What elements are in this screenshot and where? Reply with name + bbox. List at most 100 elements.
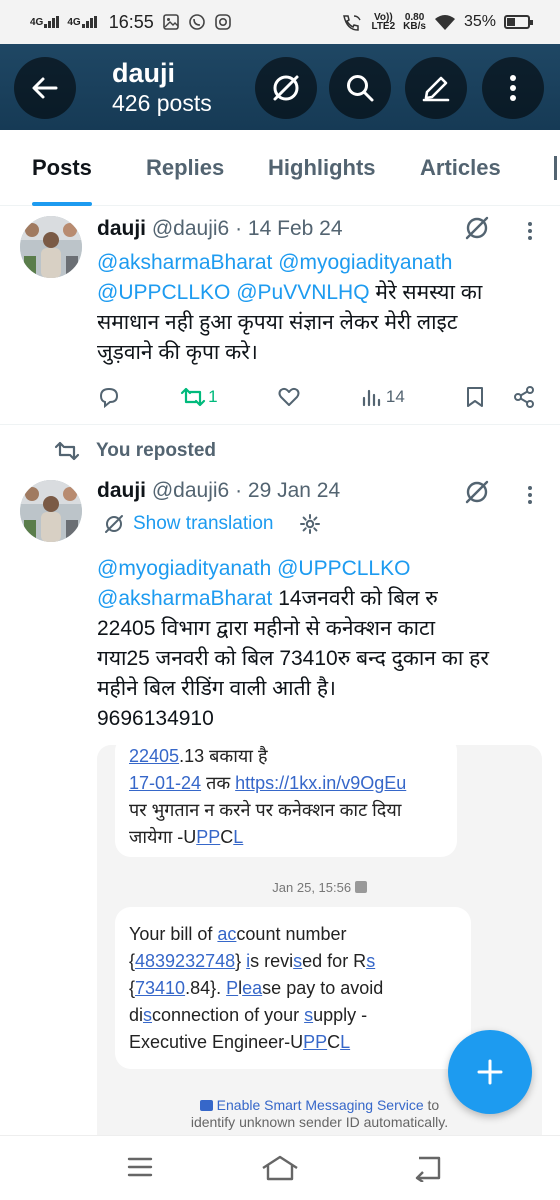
post[interactable]: dauji @dauji6 · 14 Feb 24 @aksharmaBhara…	[0, 206, 560, 424]
text-segment: 22405 विभाग द्वारा महीनो से कनेक्शन काटा	[97, 617, 436, 640]
grok-icon	[105, 515, 123, 533]
sms-bubble: 22405.13 बकाया है 17-01-24 तक https://1k…	[115, 745, 457, 857]
bookmark-button[interactable]	[464, 385, 486, 409]
profile-header: dauji 426 posts	[0, 44, 560, 130]
like-button[interactable]	[277, 385, 301, 409]
show-translation-link[interactable]: Show translation	[133, 513, 273, 535]
image-notification-icon	[162, 14, 179, 30]
grok-button[interactable]	[255, 57, 317, 119]
reply-icon	[99, 387, 119, 409]
translation-row: Show translation	[103, 506, 546, 542]
tab-posts[interactable]: Posts	[32, 130, 92, 206]
tab-replies[interactable]: Replies	[146, 130, 224, 206]
avatar[interactable]	[20, 216, 82, 278]
post-divider	[0, 424, 560, 425]
signal-1: 4G	[30, 16, 60, 28]
bookmark-icon	[466, 387, 483, 407]
sim-2-icon	[354, 881, 367, 893]
tab-articles[interactable]: Articles	[420, 130, 501, 206]
views-button[interactable]: 14	[360, 385, 405, 409]
back-nav-icon[interactable]	[413, 1154, 443, 1182]
views-count: 14	[385, 387, 405, 406]
retweet-icon	[181, 387, 206, 407]
network-type-2: 4G	[67, 17, 81, 28]
post-actions: 1 14	[97, 382, 536, 412]
phone-number: 9696134910	[97, 707, 214, 730]
repost-indicator: You reposted	[54, 437, 216, 465]
search-icon	[347, 75, 374, 102]
wifi-calling-icon	[343, 15, 362, 31]
more-options-button[interactable]	[482, 57, 544, 119]
post-more-icon[interactable]	[528, 486, 534, 507]
text-segment: 14जनवरी को बिल रु	[272, 587, 438, 610]
mention-link[interactable]: @myogiadityanath @UPPCLLKO	[97, 557, 410, 580]
instagram-icon	[214, 14, 231, 30]
text-segment: मेरे समस्या का	[369, 281, 483, 304]
text-segment: जुड़वाने की कृपा करे।	[97, 341, 258, 364]
whatsapp-icon	[188, 14, 205, 30]
reply-button[interactable]	[97, 385, 121, 409]
compose-fab[interactable]	[448, 1030, 532, 1114]
post-date[interactable]: 14 Feb 24	[248, 217, 343, 240]
text-segment: महीने बिल रीडिंग वाली आती है।	[97, 677, 336, 700]
compose-icon	[422, 76, 450, 102]
mention-link[interactable]: @UPPCLLKO @PuVVNLHQ	[97, 281, 370, 304]
profile-tabs: Posts Replies Highlights Articles	[0, 130, 560, 206]
share-button[interactable]	[512, 385, 536, 409]
post-content: dauji @dauji6 · 29 Jan 24 Show translati…	[97, 476, 546, 734]
post-date[interactable]: 29 Jan 24	[248, 479, 340, 502]
clock: 16:55	[108, 11, 154, 32]
tab-label: Articles	[420, 155, 501, 180]
status-bar: 4G 4G 16:55 Vo)) LTE2 0.80 KB/s 35%	[0, 0, 560, 44]
retweet-icon	[54, 441, 80, 461]
tab-label: Replies	[146, 155, 225, 180]
signal-bars-icon	[81, 16, 97, 28]
author-name[interactable]: dauji	[97, 479, 146, 502]
post-more-icon[interactable]	[528, 222, 534, 243]
author-handle[interactable]: @dauji6	[152, 479, 229, 502]
grok-icon[interactable]	[463, 478, 491, 506]
share-icon	[513, 386, 534, 408]
compose-button[interactable]	[405, 57, 467, 119]
mention-link[interactable]: @aksharmaBharat	[97, 587, 272, 610]
home-icon[interactable]	[261, 1154, 299, 1182]
grok-icon	[273, 75, 299, 101]
next-tab-peek[interactable]	[554, 156, 557, 180]
repost-label: You reposted	[96, 440, 216, 461]
recent-apps-icon[interactable]	[126, 1154, 154, 1180]
profile-title: dauji 426 posts	[112, 58, 212, 118]
tab-label: Posts	[32, 155, 92, 180]
chat-icon	[199, 1100, 213, 1111]
retweet-button[interactable]: 1	[180, 385, 218, 409]
author-name[interactable]: dauji	[97, 217, 146, 240]
text-segment: समाधान नही हुआ कृपया संज्ञान लेकर मेरी ल…	[97, 311, 458, 334]
search-button[interactable]	[329, 57, 391, 119]
sms-bubble: Your bill of account number {4839232748}…	[115, 907, 471, 1069]
posts-count: 426 posts	[112, 90, 212, 116]
gear-icon[interactable]	[299, 513, 321, 535]
signal-2: 4G	[67, 16, 97, 28]
system-nav-bar	[0, 1135, 560, 1200]
heart-icon	[278, 387, 300, 406]
net-speed: 0.80 KB/s	[403, 12, 426, 32]
tab-highlights[interactable]: Highlights	[268, 130, 376, 206]
battery-icon	[504, 15, 533, 29]
plus-icon	[477, 1059, 503, 1085]
avatar-photo	[20, 480, 82, 542]
mention-link[interactable]: @aksharmaBharat @myogiadityanath	[97, 251, 452, 274]
grok-icon[interactable]	[463, 214, 491, 242]
post-text: @myogiadityanath @UPPCLLKO @aksharmaBhar…	[97, 554, 546, 734]
network-type-1: 4G	[30, 17, 44, 28]
avatar[interactable]	[20, 480, 82, 542]
views-icon	[362, 389, 380, 407]
avatar-photo	[20, 216, 82, 278]
profile-name: dauji	[112, 58, 176, 88]
wifi-icon	[434, 15, 455, 30]
back-button[interactable]	[14, 57, 76, 119]
author-handle[interactable]: @dauji6	[152, 217, 229, 240]
tab-label: Highlights	[268, 155, 376, 180]
retweet-count: 1	[208, 387, 218, 406]
battery-percent: 35%	[463, 13, 496, 30]
more-vertical-icon	[510, 75, 516, 101]
signal-bars-icon	[44, 16, 60, 28]
